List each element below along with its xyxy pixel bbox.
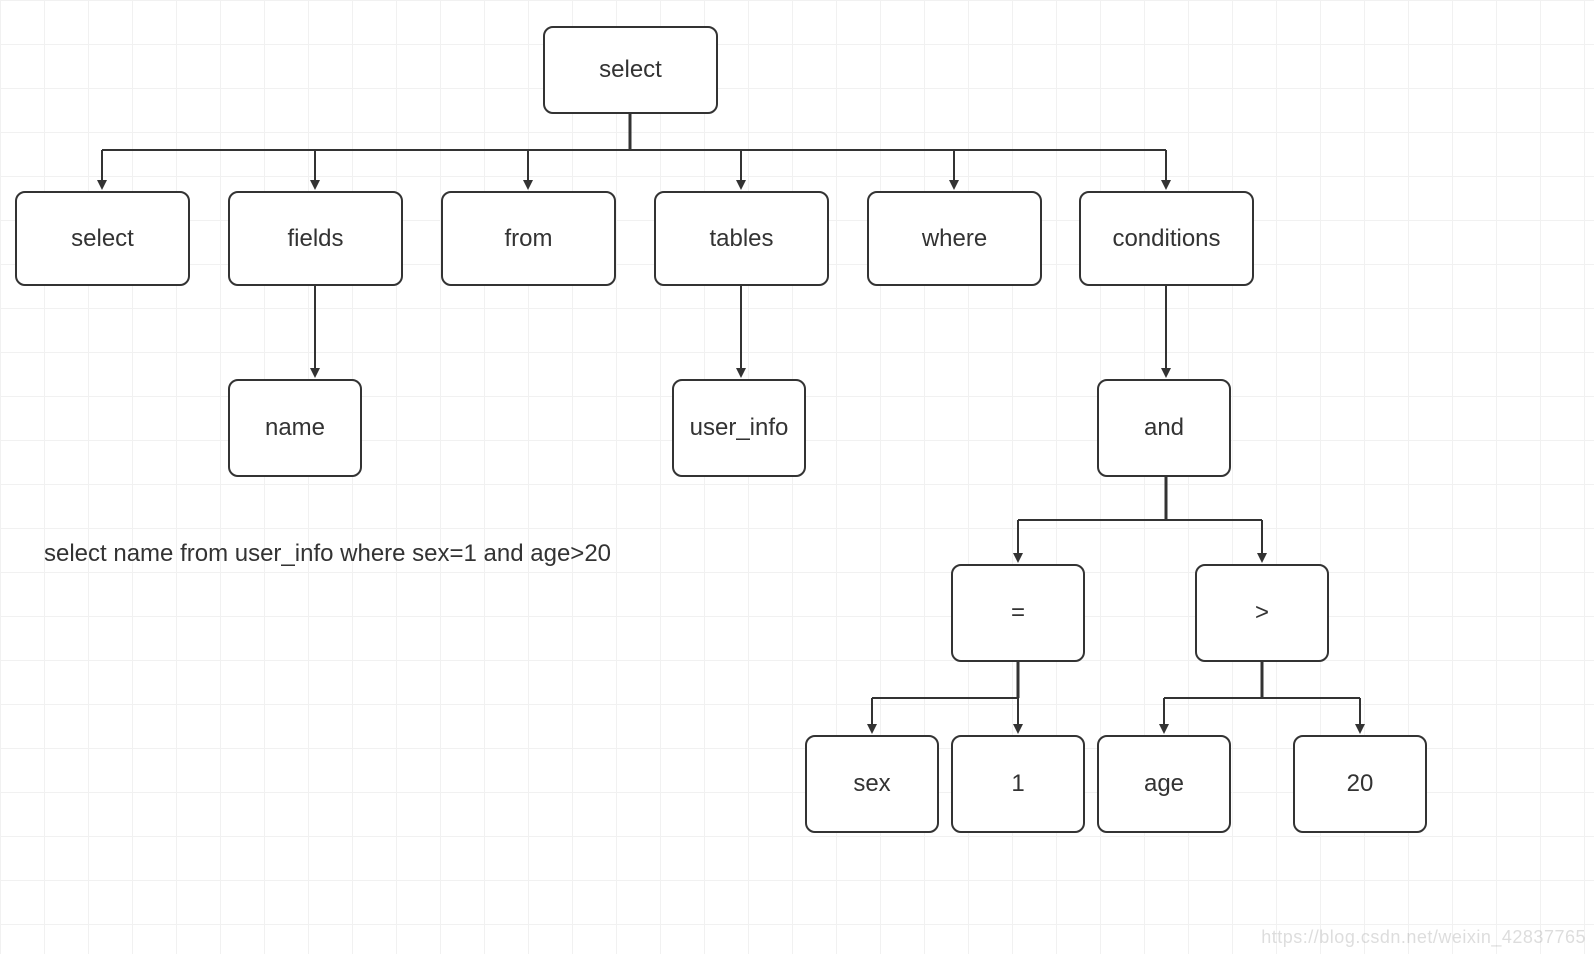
node-tables: tables (654, 191, 829, 286)
node-label: > (1255, 599, 1269, 627)
node-conditions: conditions (1079, 191, 1254, 286)
node-one: 1 (951, 735, 1085, 833)
node-and: and (1097, 379, 1231, 477)
node-label: sex (853, 770, 890, 798)
node-label: and (1144, 414, 1184, 442)
watermark-text: https://blog.csdn.net/weixin_42837765 (1261, 927, 1586, 948)
node-gt: > (1195, 564, 1329, 662)
node-select: select (15, 191, 190, 286)
node-eq: = (951, 564, 1085, 662)
diagram-canvas: select select fields from tables where c… (0, 0, 1594, 954)
node-where: where (867, 191, 1042, 286)
sql-query-text: select name from user_info where sex=1 a… (44, 540, 611, 568)
node-name: name (228, 379, 362, 477)
node-fields: fields (228, 191, 403, 286)
node-label: from (505, 225, 553, 253)
node-label: 1 (1011, 770, 1024, 798)
node-label: age (1144, 770, 1184, 798)
node-root-select: select (543, 26, 718, 114)
node-label: tables (709, 225, 773, 253)
node-label: select (71, 225, 134, 253)
node-label: = (1011, 599, 1025, 627)
node-age: age (1097, 735, 1231, 833)
node-user-info: user_info (672, 379, 806, 477)
node-label: 20 (1347, 770, 1374, 798)
node-label: where (922, 225, 987, 253)
node-label: name (265, 414, 325, 442)
node-label: user_info (690, 414, 789, 442)
node-twenty: 20 (1293, 735, 1427, 833)
node-label: fields (287, 225, 343, 253)
node-label: conditions (1112, 225, 1220, 253)
node-label: select (599, 56, 662, 84)
node-sex: sex (805, 735, 939, 833)
node-from: from (441, 191, 616, 286)
